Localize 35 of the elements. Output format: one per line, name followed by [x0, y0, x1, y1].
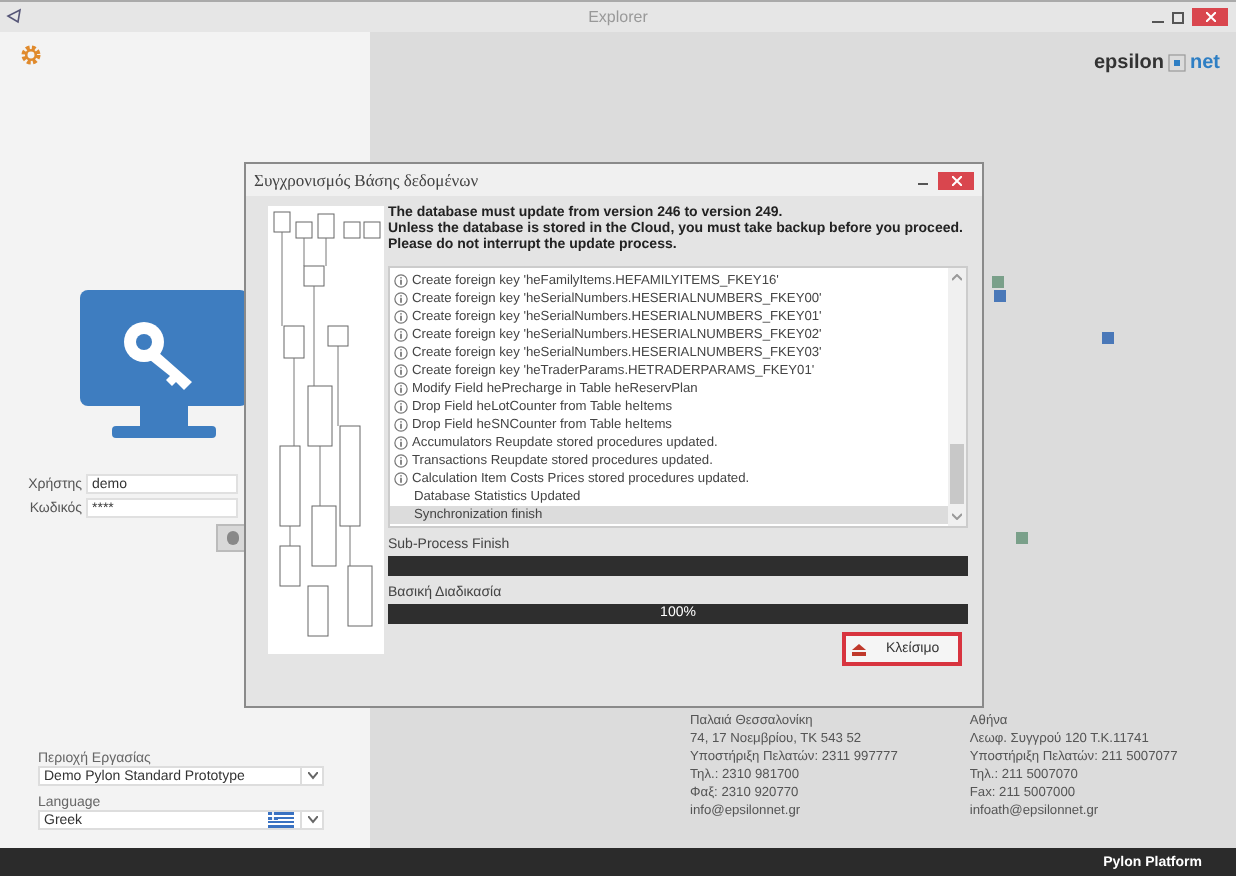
caret-icon	[307, 816, 317, 824]
info-icon	[394, 328, 408, 342]
close-button[interactable]	[938, 171, 974, 189]
window-title: Explorer	[586, 8, 650, 26]
close-icon	[1205, 12, 1215, 22]
back-icon[interactable]	[6, 7, 22, 23]
info-icon	[394, 472, 408, 486]
info-icon	[394, 364, 408, 378]
square-mark	[1016, 532, 1028, 544]
close-button[interactable]	[1192, 8, 1228, 26]
logo-square-icon	[1168, 54, 1186, 72]
settings-icon[interactable]	[20, 44, 42, 66]
caret-icon	[307, 772, 317, 780]
dialog-title: Συγχρονισμός Βάσης δεδομένων	[254, 170, 479, 190]
info-icon	[394, 346, 408, 360]
logo-text: epsilon	[1093, 52, 1164, 74]
close-icon	[951, 175, 961, 185]
scroll-up-icon[interactable]	[952, 274, 962, 282]
info-icon	[394, 274, 408, 288]
scrollbar-thumb[interactable]	[950, 444, 964, 504]
maximize-icon[interactable]	[1172, 11, 1184, 23]
flag-icon	[268, 812, 294, 828]
lock-icon	[225, 530, 239, 546]
info-icon	[394, 436, 408, 450]
logo-text: net	[1190, 52, 1220, 74]
info-icon	[394, 310, 408, 324]
eject-icon	[852, 643, 866, 655]
scroll-down-icon[interactable]	[952, 512, 962, 520]
info-icon	[394, 400, 408, 414]
info-icon	[394, 382, 408, 396]
info-icon	[394, 418, 408, 432]
square-mark	[1102, 332, 1114, 344]
info-icon	[394, 292, 408, 306]
scrollbar[interactable]	[948, 268, 966, 526]
info-icon	[394, 454, 408, 468]
